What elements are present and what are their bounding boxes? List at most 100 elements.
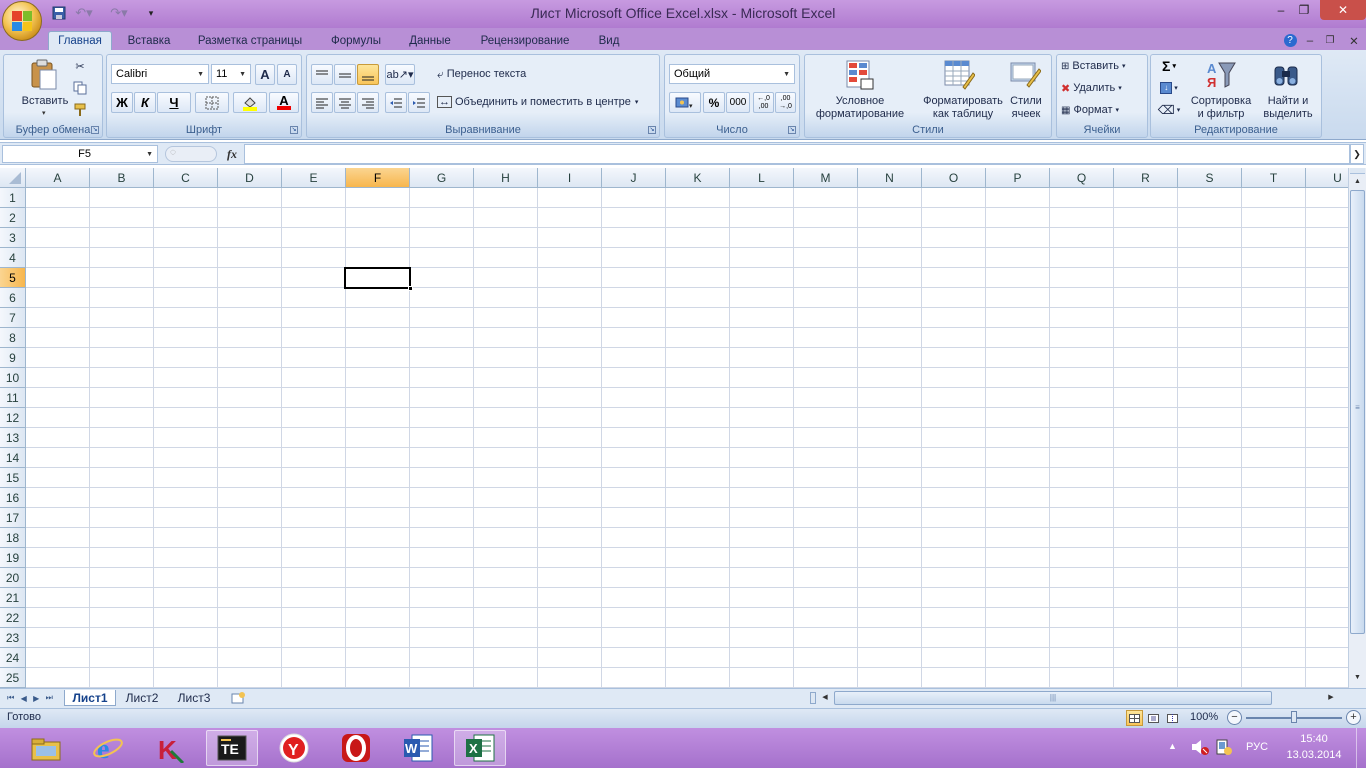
column-header[interactable]: J — [602, 168, 666, 188]
formula-input[interactable] — [244, 144, 1350, 164]
insert-function-icon[interactable]: fx — [227, 147, 237, 162]
format-painter-icon[interactable] — [70, 101, 90, 119]
row-header[interactable]: 17 — [0, 508, 26, 528]
row-header[interactable]: 24 — [0, 648, 26, 668]
format-cells-button[interactable]: ▦ Формат ▾ — [1061, 101, 1145, 119]
alignment-launcher-icon[interactable]: ↘ — [648, 126, 656, 134]
fill-button[interactable]: ↓ ▾ — [1155, 79, 1183, 97]
comma-style-button[interactable]: 000 — [726, 92, 750, 113]
clipboard-launcher-icon[interactable]: ↘ — [91, 126, 99, 134]
zoom-level[interactable]: 100% — [1190, 711, 1218, 723]
tab-page-layout[interactable]: Разметка страницы — [190, 31, 310, 50]
row-header[interactable]: 19 — [0, 548, 26, 568]
row-header[interactable]: 5 — [0, 268, 26, 288]
conditional-formatting-button[interactable]: Условное форматирование — [807, 57, 913, 123]
cut-icon[interactable]: ✂ — [70, 57, 90, 75]
first-sheet-icon[interactable]: ⏮ — [7, 693, 14, 703]
row-header[interactable]: 3 — [0, 228, 26, 248]
align-right-icon[interactable] — [357, 92, 379, 113]
clock-time[interactable]: 15:40 — [1284, 733, 1344, 745]
decrease-decimal-button[interactable]: ,00 →,0 — [775, 92, 796, 113]
page-break-view-icon[interactable] — [1164, 710, 1181, 726]
italic-button[interactable]: К — [134, 92, 156, 113]
microsoft-excel-icon[interactable]: X — [454, 730, 506, 766]
scroll-down-icon[interactable]: ▼ — [1350, 670, 1365, 685]
column-header[interactable]: N — [858, 168, 922, 188]
scroll-thumb[interactable]: ≡ — [1350, 190, 1365, 634]
column-header[interactable]: O — [922, 168, 986, 188]
active-cell[interactable] — [344, 267, 413, 291]
file-explorer-icon[interactable] — [20, 730, 72, 766]
undo-icon[interactable]: ↶▾ — [72, 4, 96, 22]
expand-formula-bar-icon[interactable]: ❯ — [1350, 144, 1364, 164]
number-launcher-icon[interactable]: ↘ — [788, 126, 796, 134]
column-header[interactable]: G — [410, 168, 474, 188]
volume-muted-icon[interactable] — [1190, 738, 1210, 756]
tab-data[interactable]: Данные — [398, 31, 462, 50]
zoom-slider-thumb[interactable] — [1291, 711, 1297, 723]
font-name-combo[interactable]: Calibri ▼ — [111, 64, 209, 84]
increase-decimal-button[interactable]: ←,0 ,00 — [753, 92, 774, 113]
row-header[interactable]: 18 — [0, 528, 26, 548]
row-header[interactable]: 21 — [0, 588, 26, 608]
internet-explorer-icon[interactable]: e — [82, 730, 134, 766]
column-header[interactable]: H — [474, 168, 538, 188]
show-desktop-button[interactable] — [1356, 728, 1366, 768]
cell-styles-button[interactable]: Стили ячеек — [1003, 57, 1049, 123]
column-header[interactable]: T — [1242, 168, 1306, 188]
opera-icon[interactable] — [330, 730, 382, 766]
row-header[interactable]: 16 — [0, 488, 26, 508]
orientation-icon[interactable]: ab↗▾ — [385, 64, 415, 85]
row-header[interactable]: 20 — [0, 568, 26, 588]
restore-button[interactable]: ❐ — [1290, 0, 1318, 20]
increase-indent-icon[interactable] — [408, 92, 430, 113]
number-format-combo[interactable]: Общий ▼ — [669, 64, 795, 84]
close-button[interactable]: ✕ — [1320, 0, 1366, 20]
percent-style-button[interactable]: % — [703, 92, 725, 113]
vertical-scrollbar[interactable]: ▲ ≡ ▼ — [1348, 168, 1366, 688]
next-sheet-icon[interactable]: ▶ — [33, 694, 39, 703]
row-header[interactable]: 25 — [0, 668, 26, 688]
kaspersky-icon[interactable]: K — [144, 730, 196, 766]
paste-button[interactable]: Вставить ▾ — [10, 57, 70, 117]
row-header[interactable]: 2 — [0, 208, 26, 228]
tab-view[interactable]: Вид — [588, 31, 630, 50]
row-header[interactable]: 1 — [0, 188, 26, 208]
horizontal-scroll-thumb[interactable]: ||| — [834, 691, 1272, 705]
font-color-button[interactable]: A — [269, 92, 299, 113]
column-header[interactable]: M — [794, 168, 858, 188]
row-header[interactable]: 7 — [0, 308, 26, 328]
sheet-tab-1[interactable]: Лист1 — [64, 690, 116, 706]
font-size-combo[interactable]: 11 ▼ — [211, 64, 251, 84]
column-header[interactable]: C — [154, 168, 218, 188]
align-left-icon[interactable] — [311, 92, 333, 113]
find-select-button[interactable]: Найти и выделить — [1257, 57, 1319, 123]
align-top-icon[interactable] — [311, 64, 333, 85]
column-header[interactable]: K — [666, 168, 730, 188]
format-as-table-button[interactable]: Форматировать как таблицу — [915, 57, 1003, 123]
row-header[interactable]: 14 — [0, 448, 26, 468]
language-indicator[interactable]: РУС — [1246, 741, 1268, 753]
scroll-right-icon[interactable]: ▶ — [1324, 691, 1338, 705]
name-box[interactable]: F5 ▼ — [2, 145, 158, 163]
align-middle-icon[interactable] — [334, 64, 356, 85]
tab-home[interactable]: Главная — [48, 31, 112, 50]
autosum-button[interactable]: Σ ▾ — [1155, 57, 1183, 75]
grow-font-button[interactable]: A — [255, 64, 275, 85]
row-header[interactable]: 8 — [0, 328, 26, 348]
zoom-in-icon[interactable]: + — [1346, 710, 1361, 725]
redo-icon[interactable]: ↷▾ — [106, 4, 132, 22]
row-header[interactable]: 12 — [0, 408, 26, 428]
clear-button[interactable]: ⌫ ▾ — [1155, 101, 1183, 119]
column-header[interactable]: L — [730, 168, 794, 188]
row-header[interactable]: 15 — [0, 468, 26, 488]
show-hidden-icons-icon[interactable]: ▲ — [1168, 741, 1177, 751]
sheet-tab-2[interactable]: Лист2 — [118, 690, 166, 706]
sort-filter-button[interactable]: А Я Сортировка и фильтр — [1185, 57, 1257, 123]
column-header[interactable]: R — [1114, 168, 1178, 188]
row-header[interactable]: 11 — [0, 388, 26, 408]
save-icon[interactable] — [50, 4, 68, 22]
decrease-indent-icon[interactable] — [385, 92, 407, 113]
bold-button[interactable]: Ж — [111, 92, 133, 113]
copy-icon[interactable] — [70, 79, 90, 97]
